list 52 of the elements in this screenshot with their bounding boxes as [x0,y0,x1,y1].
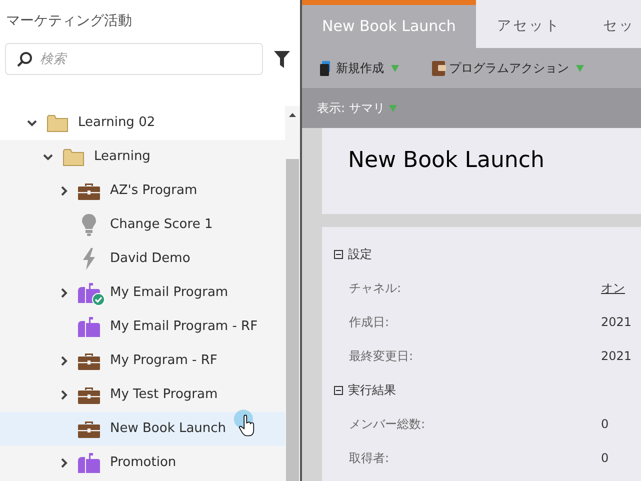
tree-item[interactable]: AZ's Program [0,174,285,208]
briefcase-icon [78,352,100,370]
tree-item[interactable]: Promotion [0,446,285,480]
field-value: 2021 [601,348,632,365]
field-value: 0 [601,450,609,467]
briefcase-icon [78,386,100,404]
search-icon [16,51,33,68]
scrollbar[interactable] [285,106,300,481]
program-title: New Book Launch [348,147,544,175]
field-value: 0 [601,416,609,433]
toolbar-button[interactable]: 新規作成 [319,59,399,77]
tree-item[interactable]: My Email Program - RF [0,310,285,344]
lightbulb-icon [82,214,96,236]
tree-item[interactable]: Learning 02 [0,106,285,140]
mailbox-icon [78,317,100,337]
field-label: 作成日: [348,314,390,331]
tab[interactable]: アセット [476,0,582,48]
scrollbar-thumb[interactable] [286,159,299,481]
briefcase-icon [432,60,446,76]
tree-item[interactable]: New Book Launch [0,412,285,446]
collapse-icon[interactable] [334,250,343,258]
mailbox-icon [78,453,100,473]
book-icon [319,60,333,76]
dropdown-arrow-icon [391,64,399,72]
tree-item[interactable]: Learning [0,140,285,174]
tree-item[interactable]: My Program - RF [0,344,285,378]
scroll-up-icon[interactable] [289,113,296,117]
field-value: 2021 [601,314,632,331]
briefcase-icon [78,182,100,200]
tree-item[interactable]: My Test Program [0,378,285,412]
filter-icon[interactable] [274,50,290,68]
folder-icon [62,148,84,166]
search-field[interactable]: 検索 [5,43,263,75]
tree-item[interactable]: Change Score 1 [0,208,285,242]
field-label: 取得者: [348,450,390,467]
section-title: 設定 [348,246,372,263]
tree-item[interactable]: My Email Program [0,276,285,310]
section-title: 実行結果 [348,382,396,399]
folder-icon [46,114,68,132]
sidebar-title: マーケティング活動 [6,12,132,31]
dropdown-arrow-icon [388,104,397,112]
field-label: メンバー総数: [348,416,426,433]
tab[interactable]: セッ [582,0,641,48]
briefcase-icon [78,420,100,438]
field-link[interactable]: オン [601,279,625,297]
lightning-icon [82,248,96,270]
tree-item[interactable]: David Demo [0,242,285,276]
dropdown-arrow-icon [576,64,584,72]
toolbar-button[interactable]: プログラムアクション [432,59,584,77]
field-label: 最終変更日: [348,348,414,365]
collapse-icon[interactable] [334,386,343,394]
field-label: チャネル: [348,280,402,297]
